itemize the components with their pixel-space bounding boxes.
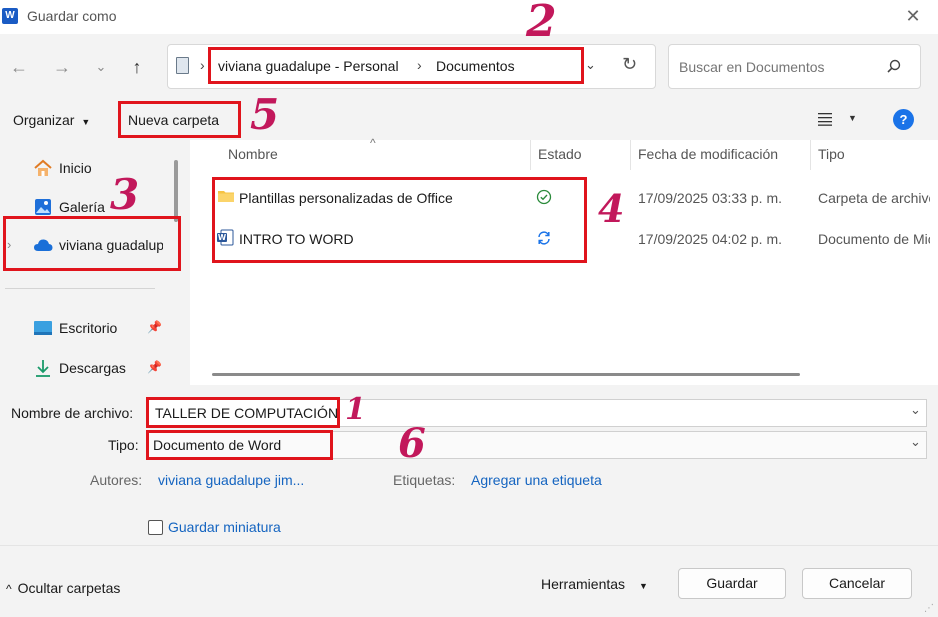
annotation-5: 5 <box>250 90 280 139</box>
table-row[interactable]: W INTRO TO WORD 17/09/2025 04:02 p. m. D… <box>214 224 930 252</box>
search-icon[interactable] <box>885 58 903 76</box>
breadcrumb-separator-icon: › <box>200 57 205 73</box>
sidebar-scrollbar[interactable] <box>174 160 178 222</box>
save-thumbnail-label[interactable]: Guardar miniatura <box>168 519 281 535</box>
column-header-name[interactable]: Nombre <box>228 146 278 162</box>
column-header-type[interactable]: Tipo <box>818 146 845 162</box>
column-header-modified[interactable]: Fecha de modificación <box>638 146 778 162</box>
sort-ascending-icon: ^ <box>370 136 376 150</box>
breadcrumb-item-personal[interactable]: viviana guadalupe - Personal <box>218 58 399 74</box>
forward-arrow-icon[interactable]: → <box>49 54 75 80</box>
home-icon <box>33 158 53 178</box>
filename-dropdown-chevron-icon[interactable]: ⌄ <box>910 402 921 418</box>
sidebar-item-descargas[interactable]: Descargas <box>33 357 126 379</box>
annotation-2: 2 <box>526 0 557 47</box>
desktop-icon <box>33 318 53 338</box>
sync-pending-icon <box>536 230 552 249</box>
column-divider[interactable] <box>810 140 811 170</box>
tools-menu-button[interactable]: Herramientas ▼ <box>541 576 648 592</box>
file-modified: 17/09/2025 04:02 p. m. <box>638 231 782 247</box>
word-app-icon: W <box>2 8 18 24</box>
filename-input[interactable]: TALLER DE COMPUTACIÓN <box>155 405 338 421</box>
sidebar-item-label: Galería <box>59 199 105 215</box>
onedrive-cloud-icon <box>33 235 53 255</box>
hide-folders-button[interactable]: ^ Ocultar carpetas <box>6 580 120 596</box>
breadcrumb-item-documentos[interactable]: Documentos <box>436 58 515 74</box>
organize-label: Organizar <box>13 112 75 128</box>
help-icon[interactable]: ? <box>893 109 914 130</box>
sidebar-item-label: Inicio <box>59 160 92 176</box>
filename-label: Nombre de archivo: <box>11 405 134 421</box>
refresh-icon[interactable]: ↻ <box>622 54 637 75</box>
resize-grip-icon[interactable]: ⋰ <box>924 603 934 614</box>
add-tag-link[interactable]: Agregar una etiqueta <box>471 472 602 488</box>
new-folder-button[interactable]: Nueva carpeta <box>128 112 219 128</box>
expand-chevron-icon[interactable]: › <box>7 237 11 252</box>
close-icon[interactable]: ✕ <box>902 5 924 27</box>
annotation-4: 4 <box>598 186 625 231</box>
synced-check-icon <box>536 189 552 208</box>
sidebar-item-galeria[interactable]: Galería <box>33 196 105 218</box>
save-thumbnail-checkbox[interactable] <box>148 520 163 535</box>
type-dropdown-chevron-icon[interactable]: ⌄ <box>910 434 921 450</box>
pin-icon[interactable]: 📌 <box>147 320 162 334</box>
pin-icon[interactable]: 📌 <box>147 360 162 374</box>
download-arrow-icon <box>33 358 53 378</box>
chevron-up-icon: ^ <box>6 582 12 596</box>
hide-folders-label: Ocultar carpetas <box>17 580 121 596</box>
recent-locations-chevron-icon[interactable]: ⌄ <box>88 54 114 80</box>
table-row[interactable]: Plantillas personalizadas de Office 17/0… <box>214 183 930 211</box>
tags-label: Etiquetas: <box>393 472 456 488</box>
breadcrumb-separator-icon: › <box>417 57 422 73</box>
annotation-3: 3 <box>110 170 140 219</box>
caret-down-icon: ▼ <box>81 117 91 127</box>
view-list-icon[interactable] <box>818 112 834 126</box>
tools-label: Herramientas <box>541 576 626 592</box>
authors-link[interactable]: viviana guadalupe jim... <box>158 472 304 488</box>
sidebar-divider <box>5 288 155 289</box>
column-divider[interactable] <box>630 140 631 170</box>
sidebar-item-label: Descargas <box>59 360 126 376</box>
view-options-caret-icon[interactable]: ▼ <box>848 113 857 123</box>
search-box[interactable] <box>668 44 921 89</box>
up-arrow-icon[interactable]: ↑ <box>124 54 150 80</box>
file-type: Carpeta de archivos <box>818 190 930 206</box>
caret-down-icon: ▼ <box>639 581 648 591</box>
authors-label: Autores: <box>90 472 143 488</box>
organize-menu-button[interactable]: Organizar ▼ <box>13 112 90 128</box>
dialog-footer <box>0 545 938 617</box>
sidebar-item-label: viviana guadalupe - Personal <box>59 237 163 253</box>
gallery-icon <box>33 197 53 217</box>
sidebar-item-inicio[interactable]: Inicio <box>33 157 92 179</box>
sidebar-item-onedrive[interactable]: viviana guadalupe - Personal <box>33 234 163 256</box>
svg-text:W: W <box>218 233 227 242</box>
sidebar-item-label: Escritorio <box>59 320 118 336</box>
annotation-1: 1 <box>345 392 366 427</box>
file-type-value[interactable]: Documento de Word <box>153 437 281 453</box>
horizontal-scrollbar[interactable] <box>212 373 800 376</box>
column-divider[interactable] <box>530 140 531 170</box>
cancel-button[interactable]: Cancelar <box>802 568 912 599</box>
title-bar <box>0 0 938 34</box>
word-document-icon: W <box>217 229 234 249</box>
file-type: Documento de Microsoft Word <box>818 231 930 247</box>
document-folder-icon <box>176 57 189 74</box>
folder-icon <box>218 189 234 206</box>
column-header-status[interactable]: Estado <box>538 146 582 162</box>
file-name: Plantillas personalizadas de Office <box>239 190 453 206</box>
search-input[interactable] <box>679 57 879 77</box>
annotation-6: 6 <box>398 420 426 467</box>
address-dropdown-chevron-icon[interactable]: ⌄ <box>585 57 596 73</box>
window-title: Guardar como <box>27 8 117 24</box>
save-button[interactable]: Guardar <box>678 568 786 599</box>
back-arrow-icon[interactable]: ← <box>6 54 32 80</box>
file-modified: 17/09/2025 03:33 p. m. <box>638 190 782 206</box>
file-name: INTRO TO WORD <box>239 231 354 247</box>
type-label: Tipo: <box>108 437 139 453</box>
sidebar-item-escritorio[interactable]: Escritorio <box>33 317 117 339</box>
